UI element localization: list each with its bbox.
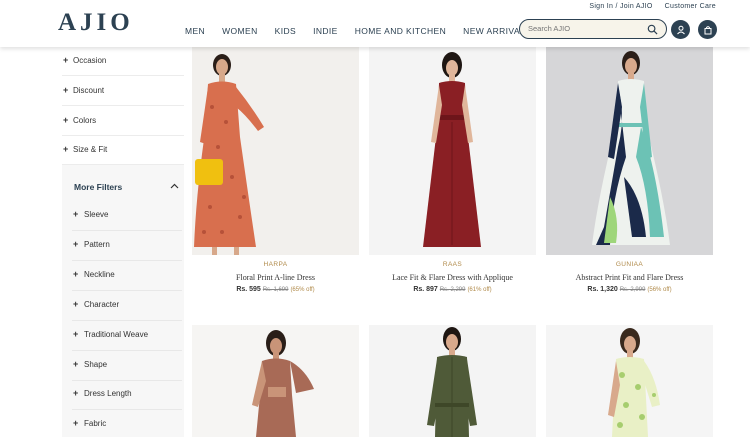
plus-icon: + — [73, 299, 79, 309]
filter-character[interactable]: + Character — [72, 291, 182, 321]
nav-indie[interactable]: INDIE — [313, 26, 338, 36]
top-links: Sign In / Join AJIO Customer Care — [589, 3, 716, 10]
site-header: AJIO Sign In / Join AJIO Customer Care M… — [0, 0, 750, 47]
price-mrp: Rs. 2,999 — [619, 287, 646, 293]
product-brand: HARPA — [263, 261, 288, 268]
plus-icon: + — [73, 269, 79, 279]
filter-label: Fabric — [84, 419, 107, 428]
search-icon[interactable] — [647, 24, 658, 35]
nav-men[interactable]: MEN — [185, 26, 205, 36]
filter-label: Sleeve — [84, 210, 109, 219]
product-brand: GUNIAA — [615, 261, 644, 268]
filter-discount[interactable]: + Discount — [62, 77, 184, 106]
plus-icon: + — [73, 239, 79, 249]
shopping-bag-icon[interactable] — [698, 20, 717, 39]
filter-shape[interactable]: + Shape — [72, 351, 182, 381]
filter-label: Dress Length — [84, 389, 132, 398]
product-brand: RAAS — [442, 261, 463, 268]
account-icon[interactable] — [671, 20, 690, 39]
price-discount: (61% off) — [467, 287, 492, 293]
filter-neckline[interactable]: + Neckline — [72, 261, 182, 291]
filter-label: Discount — [73, 86, 105, 95]
filter-pattern[interactable]: + Pattern — [72, 231, 182, 261]
plus-icon: + — [73, 388, 79, 398]
nav-women[interactable]: WOMEN — [222, 26, 258, 36]
product-image[interactable] — [546, 325, 713, 437]
filter-sidebar: + Occasion + Discount + Colors + Size & … — [62, 47, 184, 437]
ajio-logo[interactable]: AJIO — [58, 9, 134, 37]
plus-icon: + — [73, 329, 79, 339]
search-box — [519, 19, 667, 39]
product-image[interactable] — [192, 325, 359, 437]
filter-label: Traditional Weave — [84, 330, 149, 339]
main-nav: MEN WOMEN KIDS INDIE HOME AND KITCHEN NE… — [185, 26, 531, 36]
product-image[interactable] — [369, 47, 536, 255]
price-discount: (65% off) — [290, 287, 315, 293]
filter-size-fit[interactable]: + Size & Fit — [62, 136, 184, 165]
more-filters-title[interactable]: More Filters — [74, 182, 122, 192]
plus-icon: + — [63, 144, 69, 154]
search-input[interactable] — [528, 24, 643, 33]
filter-label: Shape — [84, 360, 108, 369]
plus-icon: + — [73, 209, 79, 219]
price-now: Rs. 1,320 — [587, 286, 618, 293]
filter-label: Colors — [73, 116, 97, 125]
product-price: Rs. 1,320 Rs. 2,999 (56% off) — [546, 286, 713, 293]
price-mrp: Rs. 1,699 — [262, 287, 289, 293]
filter-label: Neckline — [84, 270, 115, 279]
product-image[interactable] — [369, 325, 536, 437]
filter-sleeve[interactable]: + Sleeve — [72, 201, 182, 231]
customer-care-link[interactable]: Customer Care — [665, 3, 716, 10]
plus-icon: + — [63, 55, 69, 65]
filter-colors[interactable]: + Colors — [62, 107, 184, 136]
product-price: Rs. 595 Rs. 1,699 (65% off) — [192, 286, 359, 293]
price-now: Rs. 897 — [413, 286, 438, 293]
sign-in-link[interactable]: Sign In / Join AJIO — [589, 3, 652, 10]
plus-icon: + — [73, 418, 79, 428]
product-price: Rs. 897 Rs. 2,299 (61% off) — [369, 286, 536, 293]
price-discount: (56% off) — [647, 287, 672, 293]
filter-traditional-weave[interactable]: + Traditional Weave — [72, 321, 182, 351]
price-now: Rs. 595 — [236, 286, 261, 293]
filter-fabric[interactable]: + Fabric — [72, 410, 182, 437]
chevron-up-icon[interactable] — [170, 183, 179, 189]
plus-icon: + — [73, 359, 79, 369]
more-filters-panel: More Filters + Sleeve + Pattern + Neckli… — [62, 165, 184, 437]
plus-icon: + — [63, 85, 69, 95]
filter-label: Character — [84, 300, 120, 309]
nav-home-and-kitchen[interactable]: HOME AND KITCHEN — [355, 26, 446, 36]
filter-dress-length[interactable]: + Dress Length — [72, 380, 182, 410]
filter-occasion[interactable]: + Occasion — [62, 47, 184, 76]
product-image[interactable] — [192, 47, 359, 255]
product-image[interactable] — [546, 47, 713, 255]
filter-label: Pattern — [84, 240, 110, 249]
filter-label: Occasion — [73, 56, 107, 65]
nav-kids[interactable]: KIDS — [275, 26, 296, 36]
filter-label: Size & Fit — [73, 145, 108, 154]
price-mrp: Rs. 2,299 — [439, 287, 466, 293]
product-name[interactable]: Abstract Print Fit and Flare Dress — [546, 273, 713, 282]
product-name[interactable]: Floral Print A-line Dress — [192, 273, 359, 282]
plus-icon: + — [63, 115, 69, 125]
product-name[interactable]: Lace Fit & Flare Dress with Applique — [369, 273, 536, 282]
